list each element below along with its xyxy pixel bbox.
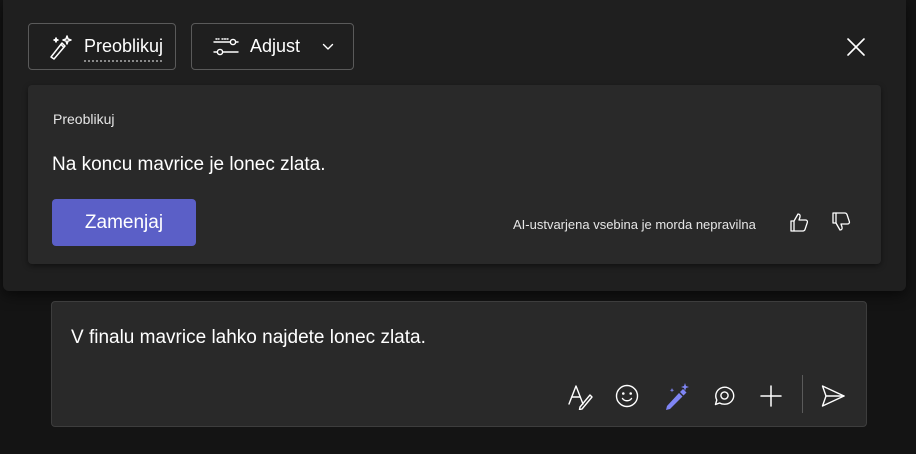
thumbs-up-icon — [788, 211, 810, 233]
adjust-button[interactable]: Adjust — [191, 23, 354, 70]
loop-icon — [711, 383, 737, 409]
suggestion-label: Preoblikuj — [53, 111, 115, 127]
emoji-icon — [614, 383, 640, 409]
rewrite-button-label: Preoblikuj — [84, 36, 164, 62]
toolbar-divider — [802, 375, 803, 413]
format-text-icon — [566, 382, 594, 410]
emoji-button[interactable] — [611, 380, 643, 412]
thumbs-down-button[interactable] — [828, 209, 854, 235]
plus-icon — [759, 384, 783, 408]
close-button[interactable] — [839, 30, 873, 64]
chevron-down-icon — [322, 43, 334, 51]
format-button[interactable] — [564, 380, 596, 412]
sliders-icon — [212, 36, 240, 58]
copilot-pen-icon — [663, 382, 691, 410]
send-button[interactable] — [817, 380, 849, 412]
copilot-rewrite-button[interactable] — [661, 380, 693, 412]
close-icon — [846, 37, 866, 57]
compose-box[interactable]: V finalu mavrice lahko najdete lonec zla… — [51, 301, 867, 427]
replace-button[interactable]: Zamenjaj — [52, 199, 196, 246]
adjust-button-label: Adjust — [250, 36, 301, 56]
suggestion-text: Na koncu mavrice je lonec zlata. — [52, 154, 326, 175]
rewrite-button[interactable]: Preoblikuj — [28, 23, 176, 70]
ai-disclaimer: AI-ustvarjena vsebina je morda nepraviln… — [513, 217, 756, 232]
suggestion-card: Preoblikuj Na koncu mavrice je lonec zla… — [28, 85, 881, 264]
sparkle-pen-icon — [47, 34, 73, 60]
thumbs-down-icon — [830, 211, 852, 233]
add-button[interactable] — [755, 380, 787, 412]
thumbs-up-button[interactable] — [786, 209, 812, 235]
loop-button[interactable] — [708, 380, 740, 412]
rewrite-popup: Preoblikuj Adjust Preoblikuj Na koncu ma… — [3, 0, 906, 291]
compose-toolbar — [52, 302, 866, 426]
send-icon — [820, 383, 846, 409]
